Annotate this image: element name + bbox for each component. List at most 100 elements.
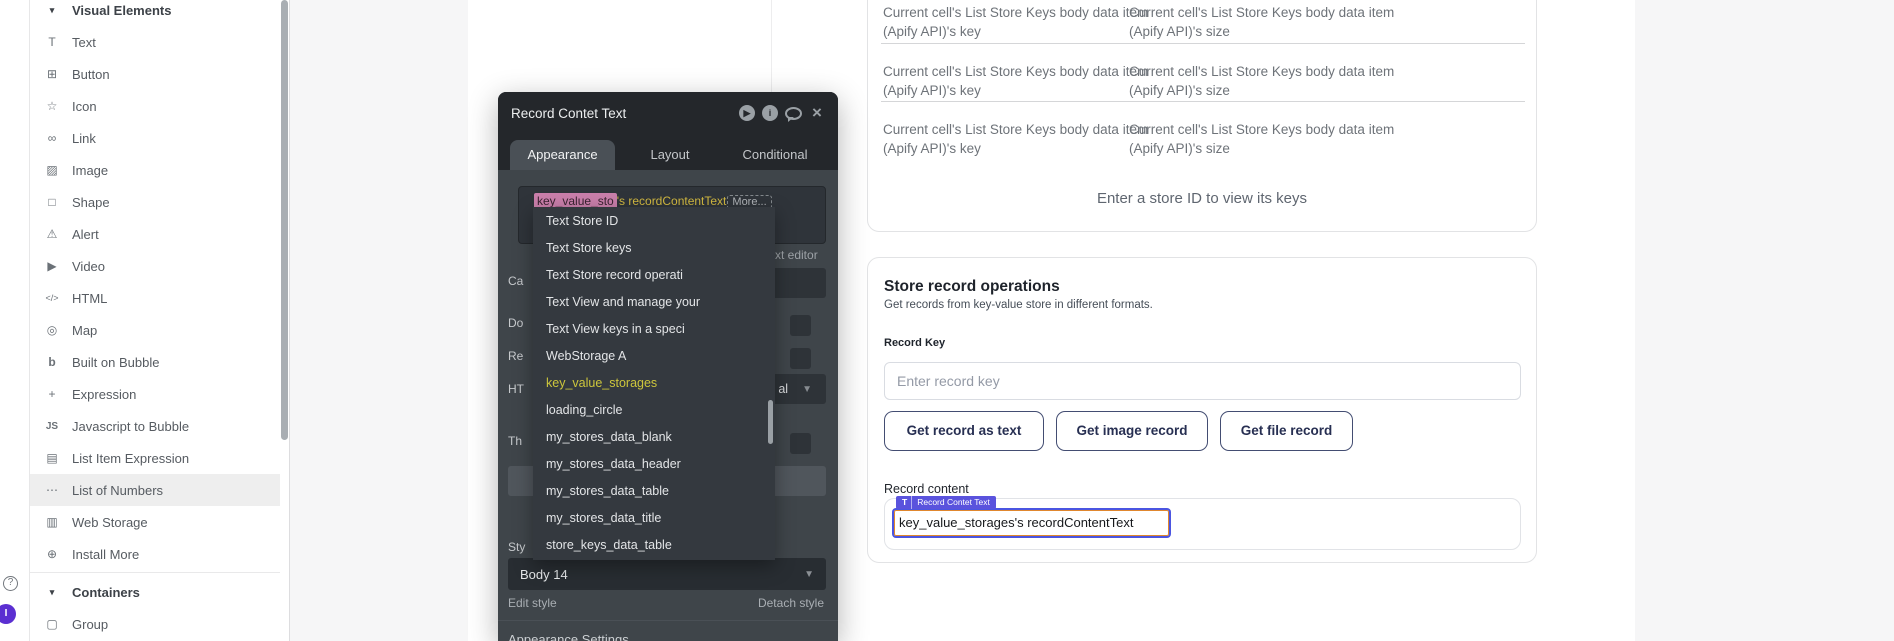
- plus-circle-icon: ⊕: [42, 547, 62, 561]
- selected-element-badge: T Record Contet Text: [896, 496, 996, 509]
- chat-icon[interactable]: I: [0, 604, 16, 624]
- group-icon: ▢: [42, 617, 62, 631]
- dropdown-option[interactable]: my_stores_data_header: [533, 451, 775, 478]
- bubble-icon: b: [42, 355, 62, 369]
- sidebar-item-list-item-expression[interactable]: ▤List Item Expression: [30, 442, 280, 474]
- sidebar-item-button[interactable]: ⊞Button: [30, 58, 280, 90]
- rich-text-editor-link[interactable]: xt editor: [775, 248, 818, 262]
- info-icon[interactable]: i: [762, 105, 778, 121]
- style-name: Body 14: [520, 567, 568, 582]
- code-icon: </>: [42, 293, 62, 303]
- close-icon[interactable]: ×: [809, 105, 825, 121]
- palette-scrollbar[interactable]: [281, 0, 288, 440]
- store-keys-card: Current cell's List Store Keys body data…: [867, 0, 1537, 232]
- image-icon: ▨: [42, 163, 62, 177]
- dropdown-option[interactable]: Text View keys in a speci: [533, 316, 775, 343]
- sidebar-item-video[interactable]: ▶Video: [30, 250, 280, 282]
- checkbox[interactable]: [790, 433, 811, 454]
- tab-appearance[interactable]: Appearance: [510, 140, 615, 170]
- sidebar-item-shape[interactable]: □Shape: [30, 186, 280, 218]
- property-editor-header: Record Contet Text ▶ i ×: [498, 92, 838, 134]
- tab-conditional[interactable]: Conditional: [725, 140, 825, 170]
- field-label-fragment: Ca: [508, 274, 523, 288]
- select-value-fragment: al: [778, 382, 788, 396]
- element-title: Record Contet Text: [511, 106, 626, 121]
- record-key-input[interactable]: [884, 362, 1521, 400]
- sidebar-item-group[interactable]: ▢Group: [30, 608, 280, 640]
- sidebar-item-map[interactable]: ◎Map: [30, 314, 280, 346]
- dropdown-option[interactable]: Text Store ID: [533, 208, 775, 235]
- dropdown-option[interactable]: my_stores_data_table: [533, 478, 775, 505]
- dropdown-option-highlighted[interactable]: key_value_storages: [533, 370, 775, 397]
- field-label-fragment: HT: [508, 382, 524, 396]
- sidebar-item-html[interactable]: </>HTML: [30, 282, 280, 314]
- operations-subtitle: Get records from key-value store in diff…: [884, 299, 1153, 311]
- section-containers[interactable]: ▾ Containers: [30, 576, 280, 608]
- get-file-record-button[interactable]: Get file record: [1220, 411, 1353, 451]
- chevron-down-icon: ▾: [42, 587, 62, 598]
- sidebar-item-install-more[interactable]: ⊕Install More: [30, 538, 280, 570]
- autocomplete-dropdown: Text Store ID Text Store keys Text Store…: [533, 207, 775, 560]
- tab-bar: Appearance Layout Conditional: [498, 134, 838, 170]
- dropdown-option[interactable]: Text View and manage your: [533, 289, 775, 316]
- sidebar-item-web-storage[interactable]: ▥Web Storage: [30, 506, 280, 538]
- selected-element-badge-label: Record Contet Text: [917, 496, 990, 509]
- checkbox[interactable]: [790, 348, 811, 369]
- sidebar-item-expression[interactable]: +Expression: [30, 378, 280, 410]
- row-divider: [881, 101, 1525, 102]
- button-icon: ⊞: [42, 67, 62, 81]
- sidebar-item-image[interactable]: ▨Image: [30, 154, 280, 186]
- operations-title: Store record operations: [884, 278, 1060, 296]
- comment-icon[interactable]: [785, 107, 802, 120]
- ellipsis-icon: ⋯: [42, 483, 62, 497]
- palette-divider: [30, 572, 280, 573]
- sidebar-item-javascript-to-bubble[interactable]: JSJavascript to Bubble: [30, 410, 280, 442]
- help-icon[interactable]: ?: [3, 576, 18, 591]
- dropdown-option[interactable]: Text Store keys: [533, 235, 775, 262]
- field-label-fragment: Re: [508, 349, 523, 363]
- dropdown-option[interactable]: WebStorage A: [533, 343, 775, 370]
- storage-icon: ▥: [42, 515, 62, 529]
- size-cell-text: Current cell's List Store Keys body data…: [1129, 3, 1474, 41]
- sidebar-item-text[interactable]: TText: [30, 26, 280, 58]
- link-icon: ∞: [42, 131, 62, 145]
- sidebar-item-link[interactable]: ∞Link: [30, 122, 280, 154]
- dropdown-option[interactable]: my_stores_data_title: [533, 505, 775, 532]
- sidebar-item-list-of-numbers[interactable]: ⋯List of Numbers: [30, 474, 280, 506]
- detach-style-link[interactable]: Detach style: [758, 596, 824, 610]
- get-image-record-button[interactable]: Get image record: [1056, 411, 1208, 451]
- text-icon: T: [42, 35, 62, 49]
- sidebar-item-built-on-bubble[interactable]: bBuilt on Bubble: [30, 346, 280, 378]
- map-pin-icon: ◎: [42, 323, 62, 337]
- dropdown-option[interactable]: Text Store record operati: [533, 262, 775, 289]
- text-element-icon: T: [902, 496, 912, 509]
- dropdown-option[interactable]: loading_circle: [533, 397, 775, 424]
- dropdown-option[interactable]: store_keys_data_table: [533, 532, 775, 559]
- sidebar-item-alert[interactable]: ⚠Alert: [30, 218, 280, 250]
- size-cell-text: Current cell's List Store Keys body data…: [1129, 120, 1474, 158]
- dropdown-option[interactable]: my_stores_data_blank: [533, 424, 775, 451]
- alert-icon: ⚠: [42, 227, 62, 241]
- chevron-down-icon: ▾: [42, 5, 62, 16]
- panel-divider: [498, 620, 838, 621]
- row-divider: [881, 43, 1525, 44]
- get-record-as-text-button[interactable]: Get record as text: [884, 411, 1044, 451]
- element-palette: ▾ Visual Elements TText ⊞Button ☆Icon ∞L…: [30, 0, 290, 641]
- video-icon: ▶: [42, 259, 62, 273]
- selected-text-element[interactable]: key_value_storages's recordContentText: [894, 510, 1169, 536]
- store-record-operations-card: Store record operations Get records from…: [867, 257, 1537, 563]
- plus-icon: +: [42, 387, 62, 401]
- dropdown-scrollbar[interactable]: [768, 400, 773, 444]
- section-visual-elements[interactable]: ▾ Visual Elements: [30, 0, 280, 26]
- checkbox[interactable]: [790, 315, 811, 336]
- js-icon: JS: [42, 421, 62, 432]
- field-label-fragment: Th: [508, 434, 522, 448]
- left-rail: ? I: [0, 0, 30, 641]
- sidebar-item-icon[interactable]: ☆Icon: [30, 90, 280, 122]
- style-select[interactable]: Body 14 ▼: [508, 558, 826, 590]
- star-icon: ☆: [42, 99, 62, 113]
- expression-rest[interactable]: 's recordContentText: [617, 194, 727, 208]
- preview-icon[interactable]: ▶: [739, 105, 755, 121]
- edit-style-link[interactable]: Edit style: [508, 596, 557, 610]
- tab-layout[interactable]: Layout: [615, 140, 725, 170]
